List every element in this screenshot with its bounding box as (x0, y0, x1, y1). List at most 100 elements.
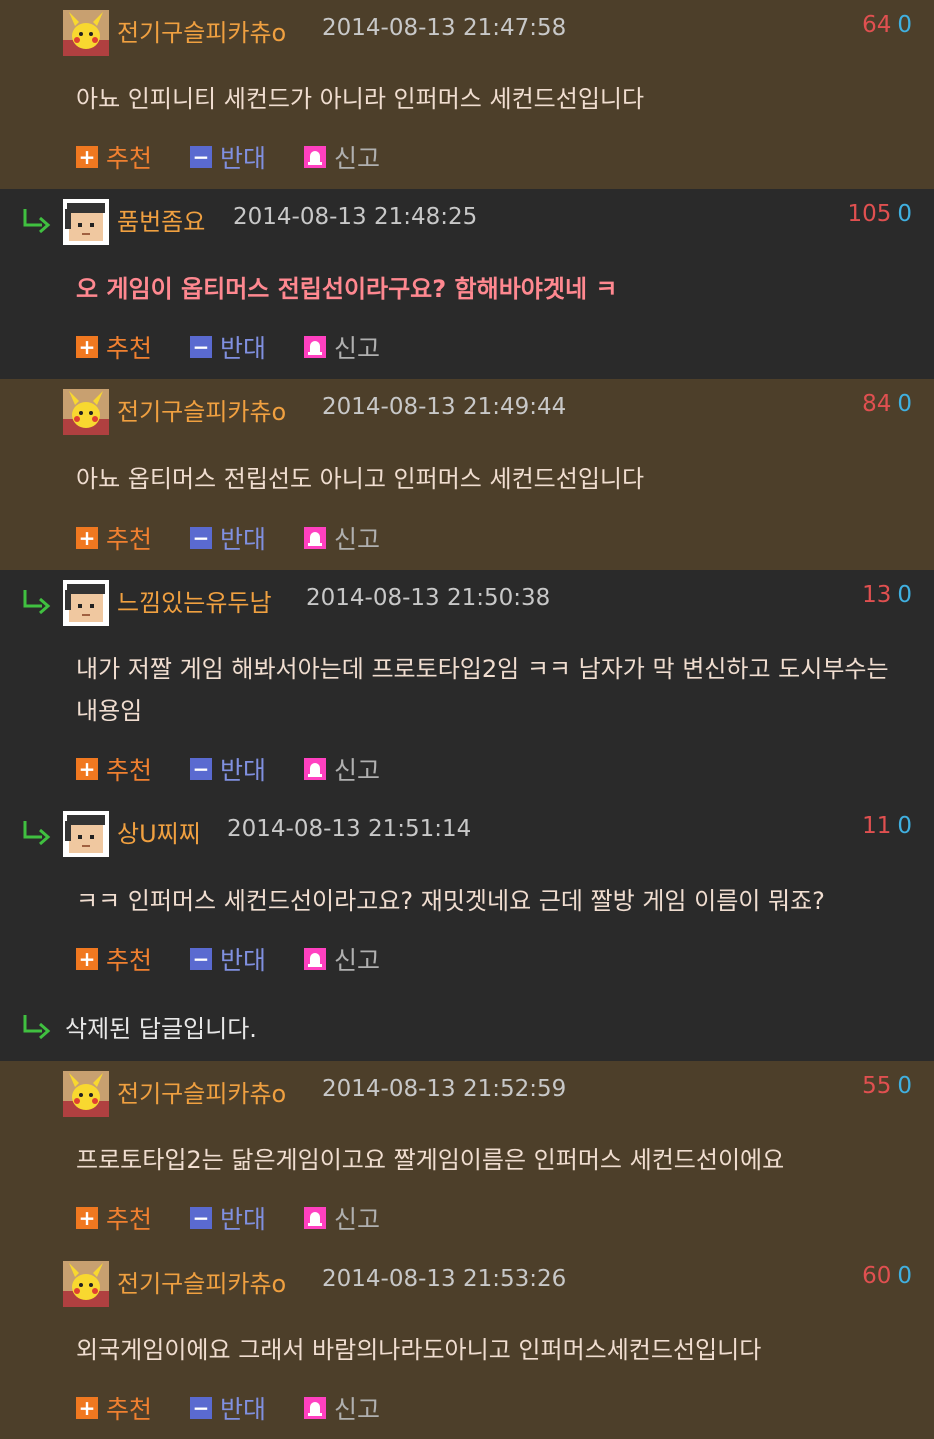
downvote-button[interactable]: − 반대 (190, 329, 266, 365)
upvote-button[interactable]: + 추천 (76, 520, 152, 556)
downvote-count: 0 (897, 1263, 912, 1289)
upvote-count: 105 (847, 201, 892, 227)
report-label: 신고 (334, 525, 381, 554)
upvote-button[interactable]: + 추천 (76, 329, 152, 365)
minus-icon: − (190, 146, 213, 168)
report-button[interactable]: 신고 (304, 139, 380, 175)
report-button[interactable]: 신고 (304, 941, 380, 977)
reply-item: 상U찌찌 2014-08-13 21:51:14 11 0 ㅋㅋ 인퍼머스 세컨드… (0, 801, 934, 991)
comment-nickname[interactable]: 전기구슬피카츄o (117, 392, 286, 427)
downvote-label: 반대 (220, 144, 267, 173)
comment-date: 2014-08-13 21:49:44 (322, 394, 567, 420)
downvote-label: 반대 (220, 756, 267, 785)
downvote-count: 0 (897, 813, 912, 839)
report-label: 신고 (334, 334, 381, 363)
reply-arrow-icon (23, 821, 51, 846)
report-button[interactable]: 신고 (304, 751, 380, 787)
comment-actions: + 추천 − 반대 신고 (76, 330, 418, 364)
comment-nickname[interactable]: 상U찌찌 (117, 814, 201, 849)
comment-body: 프로토타입2는 닮은게임이고요 짤게임이름은 인퍼머스 세컨드선이에요 (76, 1146, 785, 1174)
siren-icon (304, 1397, 327, 1419)
downvote-button[interactable]: − 반대 (190, 139, 266, 175)
downvote-label: 반대 (220, 1205, 267, 1234)
plus-icon: + (76, 1207, 98, 1229)
upvote-count: 13 (862, 582, 892, 608)
comment-nickname[interactable]: 전기구슬피카츄o (117, 1264, 286, 1299)
pikachu-avatar-icon[interactable] (63, 1261, 109, 1307)
upvote-label: 추천 (106, 1205, 153, 1234)
comment-actions: + 추천 − 반대 신고 (76, 1391, 418, 1425)
vote-count: 55 0 (862, 1073, 912, 1099)
upvote-button[interactable]: + 추천 (76, 1390, 152, 1426)
comment-date: 2014-08-13 21:47:58 (322, 15, 567, 41)
downvote-button[interactable]: − 반대 (190, 1200, 266, 1236)
upvote-count: 60 (862, 1263, 892, 1289)
vote-count: 84 0 (862, 391, 912, 417)
siren-icon (304, 146, 327, 168)
comment-item: 전기구슬피카츄o 2014-08-13 21:49:44 84 0 아뇨 옵티머스… (0, 379, 934, 570)
plus-icon: + (76, 527, 98, 549)
upvote-count: 55 (862, 1073, 892, 1099)
pixel-face-avatar-icon[interactable] (63, 580, 109, 626)
upvote-count: 64 (862, 12, 892, 38)
downvote-button[interactable]: − 반대 (190, 520, 266, 556)
upvote-label: 추천 (106, 334, 153, 363)
report-label: 신고 (334, 756, 381, 785)
upvote-count: 11 (862, 813, 892, 839)
minus-icon: − (190, 948, 213, 970)
downvote-button[interactable]: − 반대 (190, 751, 266, 787)
minus-icon: − (190, 1397, 213, 1419)
vote-count: 64 0 (862, 12, 912, 38)
downvote-count: 0 (897, 1073, 912, 1099)
reply-arrow-icon (23, 209, 51, 234)
comment-nickname[interactable]: 느낌있는유두남 (117, 583, 272, 618)
report-label: 신고 (334, 946, 381, 975)
downvote-label: 반대 (220, 334, 267, 363)
upvote-button[interactable]: + 추천 (76, 1200, 152, 1236)
plus-icon: + (76, 758, 98, 780)
comment-nickname[interactable]: 전기구슬피카츄o (117, 1074, 286, 1109)
vote-count: 105 0 (847, 201, 912, 227)
comment-date: 2014-08-13 21:48:25 (233, 204, 478, 230)
comment-nickname[interactable]: 전기구슬피카츄o (117, 13, 286, 48)
siren-icon (304, 336, 327, 358)
siren-icon (304, 1207, 327, 1229)
comment-item: 전기구슬피카츄o 2014-08-13 21:47:58 64 0 아뇨 인피니티… (0, 0, 934, 189)
upvote-button[interactable]: + 추천 (76, 751, 152, 787)
upvote-label: 추천 (106, 1395, 153, 1424)
downvote-count: 0 (897, 582, 912, 608)
pixel-face-avatar-icon[interactable] (63, 811, 109, 857)
report-button[interactable]: 신고 (304, 520, 380, 556)
upvote-button[interactable]: + 추천 (76, 941, 152, 977)
downvote-label: 반대 (220, 525, 267, 554)
report-button[interactable]: 신고 (304, 329, 380, 365)
plus-icon: + (76, 146, 98, 168)
comment-date: 2014-08-13 21:50:38 (306, 585, 551, 611)
pikachu-avatar-icon[interactable] (63, 389, 109, 435)
reply-item: 느낌있는유두남 2014-08-13 21:50:38 13 0 내가 저짤 게임… (0, 570, 934, 801)
comment-nickname[interactable]: 품번좀요 (117, 202, 205, 237)
minus-icon: − (190, 336, 213, 358)
report-button[interactable]: 신고 (304, 1200, 380, 1236)
pixel-face-avatar-icon[interactable] (63, 199, 109, 245)
downvote-count: 0 (897, 12, 912, 38)
reply-item: 품번좀요 2014-08-13 21:48:25 105 0 오 게임이 옵티머스… (0, 189, 934, 379)
siren-icon (304, 527, 327, 549)
pikachu-avatar-icon[interactable] (63, 10, 109, 56)
comment-date: 2014-08-13 21:51:14 (227, 816, 472, 842)
pikachu-avatar-icon[interactable] (63, 1071, 109, 1117)
upvote-count: 84 (862, 391, 892, 417)
downvote-button[interactable]: − 반대 (190, 1390, 266, 1426)
report-label: 신고 (334, 1395, 381, 1424)
downvote-count: 0 (897, 391, 912, 417)
report-label: 신고 (334, 1205, 381, 1234)
report-button[interactable]: 신고 (304, 1390, 380, 1426)
comment-actions: + 추천 − 반대 신고 (76, 1201, 418, 1235)
downvote-button[interactable]: − 반대 (190, 941, 266, 977)
plus-icon: + (76, 336, 98, 358)
upvote-label: 추천 (106, 756, 153, 785)
upvote-label: 추천 (106, 525, 153, 554)
comment-actions: + 추천 − 반대 신고 (76, 752, 418, 786)
reply-arrow-icon (23, 1015, 51, 1040)
upvote-button[interactable]: + 추천 (76, 139, 152, 175)
